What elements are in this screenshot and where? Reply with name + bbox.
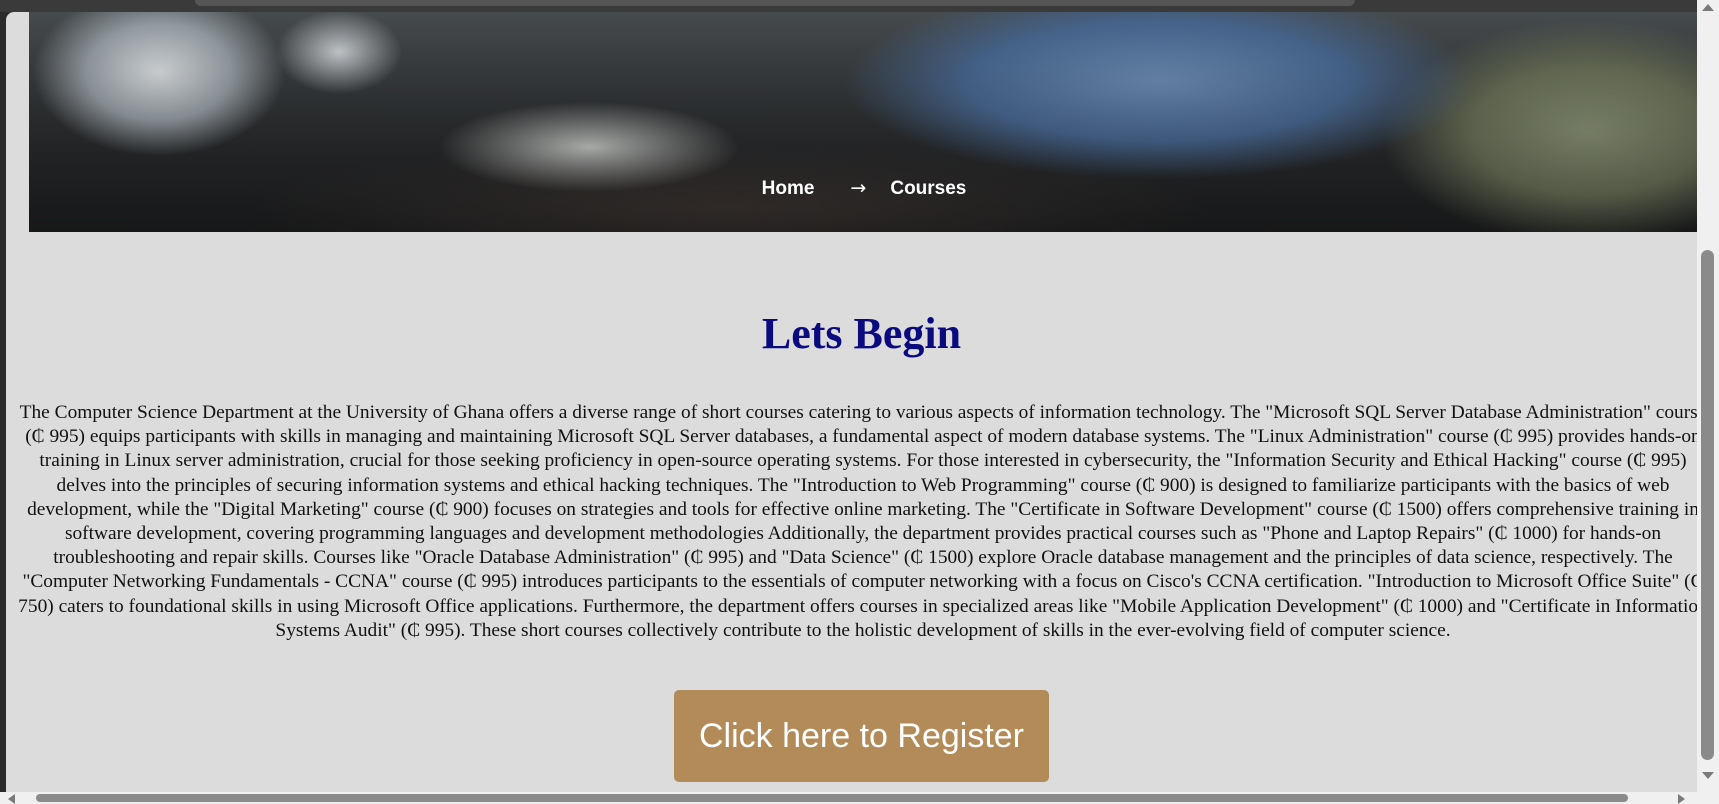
address-bar-edge bbox=[195, 0, 1355, 6]
hero-banner-image: Home → Courses bbox=[29, 12, 1699, 232]
register-button[interactable]: Click here to Register bbox=[674, 690, 1049, 782]
horizontal-scrollbar[interactable] bbox=[0, 792, 1697, 804]
breadcrumb-home-link[interactable]: Home bbox=[762, 178, 815, 199]
vertical-scroll-thumb[interactable] bbox=[1701, 250, 1714, 760]
breadcrumb: Home → Courses bbox=[29, 177, 1699, 200]
page-viewport: Home → Courses Lets Begin The Computer Sci… bbox=[6, 12, 1699, 792]
arrow-right-icon: → bbox=[850, 177, 867, 199]
scroll-down-arrow-icon[interactable] bbox=[1702, 772, 1714, 779]
courses-description: The Computer Science Department at the U… bbox=[18, 402, 1699, 641]
horizontal-scroll-thumb[interactable] bbox=[36, 794, 1628, 802]
page-title: Lets Begin bbox=[761, 309, 962, 358]
scroll-right-arrow-icon[interactable] bbox=[1678, 794, 1685, 804]
vertical-scrollbar[interactable] bbox=[1697, 0, 1719, 804]
browser-top-edge bbox=[0, 0, 1719, 12]
breadcrumb-courses-link[interactable]: Courses bbox=[890, 178, 966, 199]
scroll-left-arrow-icon[interactable] bbox=[8, 794, 15, 804]
scroll-up-arrow-icon[interactable] bbox=[1702, 4, 1714, 11]
